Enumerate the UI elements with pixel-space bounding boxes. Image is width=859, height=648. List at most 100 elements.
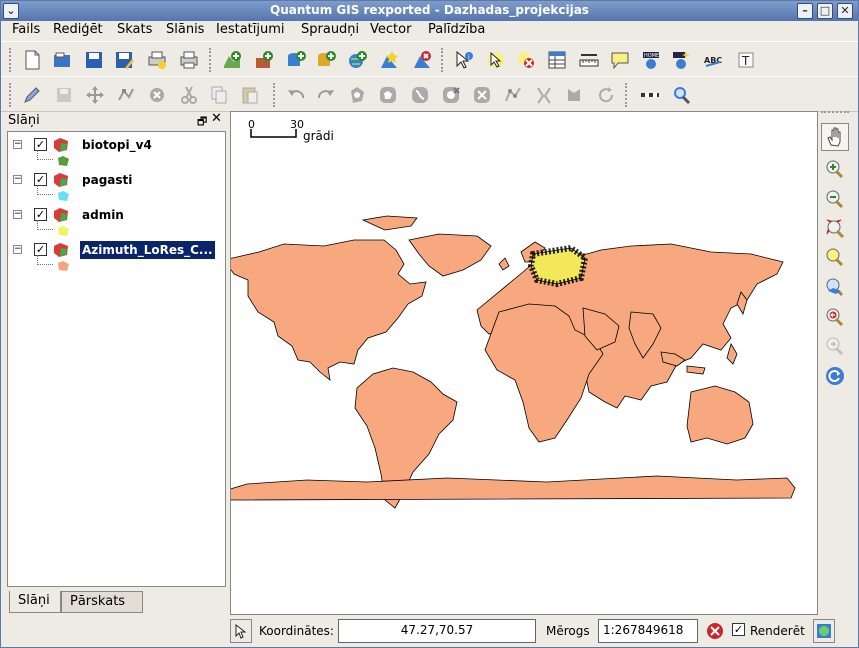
maximize-icon[interactable]: □ xyxy=(817,3,833,19)
collapse-icon[interactable]: − xyxy=(13,245,22,254)
merge-icon[interactable] xyxy=(561,81,587,109)
scale-bar-unit: grādi xyxy=(303,129,334,143)
zoom-next-icon[interactable] xyxy=(821,332,849,360)
toolbar-grip[interactable] xyxy=(441,48,446,72)
select-icon[interactable] xyxy=(483,46,509,74)
toggle-edit-icon[interactable] xyxy=(19,81,45,109)
save-as-icon[interactable] xyxy=(111,46,137,74)
save-project-icon[interactable] xyxy=(81,46,107,74)
toolbar-grip[interactable] xyxy=(821,111,849,117)
split-icon[interactable] xyxy=(531,81,557,109)
save-edits-icon[interactable] xyxy=(51,81,77,109)
menu-skats[interactable]: Skats xyxy=(114,22,155,37)
add-raster-layer-icon[interactable] xyxy=(251,46,277,74)
identify-icon[interactable]: i xyxy=(451,46,477,74)
zoom-selection-icon[interactable] xyxy=(821,243,849,271)
measure-icon[interactable] xyxy=(576,46,602,74)
toolbar-grip[interactable] xyxy=(273,83,278,107)
rotate-icon[interactable] xyxy=(593,81,619,109)
coordinates-field: 47.27,70.57 xyxy=(338,619,536,643)
move-feature-icon[interactable] xyxy=(82,81,108,109)
new-vector-layer-icon[interactable] xyxy=(376,46,402,74)
title-bar: ⌄ Quantum GIS rexported - Dazhadas_proje… xyxy=(1,1,858,21)
tab-layers[interactable]: Slāņi xyxy=(9,591,61,613)
add-ring-icon[interactable] xyxy=(344,81,370,109)
remove-layer-icon[interactable] xyxy=(409,46,435,74)
tab-overview[interactable]: Pārskats xyxy=(61,591,143,613)
close-icon[interactable]: ✕ xyxy=(211,111,222,126)
print-composer-icon[interactable] xyxy=(144,46,170,74)
pan-icon[interactable] xyxy=(821,123,849,151)
refresh-icon[interactable] xyxy=(821,362,849,390)
projection-icon[interactable] xyxy=(813,619,835,643)
new-bookmark-icon[interactable] xyxy=(668,46,694,74)
layer-tree[interactable]: − ✓ biotopi_v4 − ✓ pagasti − ✓ admin − ✓… xyxy=(7,131,226,587)
menu-slanis[interactable]: Slānis xyxy=(163,22,207,37)
menu-iestatijumi[interactable]: Iestatījumi xyxy=(213,22,288,37)
menu-rediget[interactable]: Rediģēt xyxy=(50,22,106,37)
mouse-position-icon[interactable] xyxy=(230,619,252,643)
paste-icon[interactable] xyxy=(237,81,263,109)
layer-name: biotopi_v4 xyxy=(82,138,152,152)
status-bar: Koordinātes: 47.27,70.57 Mērogs 1:267849… xyxy=(1,616,858,647)
text-annotation-icon[interactable]: T xyxy=(733,46,759,74)
simplify-icon[interactable] xyxy=(407,81,433,109)
scale-field[interactable]: 1:267849618 xyxy=(598,619,698,643)
zoom-full-icon[interactable] xyxy=(821,214,849,242)
deselect-icon[interactable] xyxy=(513,46,539,74)
world-map[interactable]: 0 30 grādi xyxy=(231,112,818,615)
undo-icon[interactable] xyxy=(283,81,309,109)
scale-bar-max: 30 xyxy=(290,118,304,131)
toolbar-grip[interactable] xyxy=(9,83,14,107)
svg-text:HOME: HOME xyxy=(644,53,659,59)
minimize-icon[interactable]: – xyxy=(797,3,813,19)
attribute-table-icon[interactable] xyxy=(544,46,570,74)
close-icon[interactable]: ✕ xyxy=(837,3,853,19)
menu-fails[interactable]: Fails xyxy=(9,22,43,37)
add-wms-layer-icon[interactable] xyxy=(344,46,370,74)
polygon-layer-icon xyxy=(54,243,68,257)
cut-icon[interactable] xyxy=(176,81,202,109)
collapse-icon[interactable]: − xyxy=(13,210,22,219)
zoom-layer-icon[interactable] xyxy=(821,273,849,301)
add-postgis-layer-icon[interactable] xyxy=(283,46,309,74)
home-icon[interactable]: HOME xyxy=(638,46,664,74)
print-icon[interactable] xyxy=(176,46,202,74)
reshape-icon[interactable] xyxy=(500,81,526,109)
menu-bar: Fails Rediģēt Skats Slānis Iestatījumi S… xyxy=(1,21,858,41)
render-checkbox[interactable]: ✓ xyxy=(732,623,745,636)
delete-ring-icon[interactable] xyxy=(438,81,464,109)
selected-features xyxy=(527,244,589,288)
map-canvas[interactable]: 0 30 grādi xyxy=(230,111,818,615)
open-project-icon[interactable] xyxy=(49,46,75,74)
float-icon[interactable]: 🗗 xyxy=(197,113,207,132)
layer-symbol-icon xyxy=(58,156,69,166)
toolbar-grip[interactable] xyxy=(9,48,14,72)
add-island-icon[interactable] xyxy=(375,81,401,109)
delete-part-icon[interactable] xyxy=(469,81,495,109)
window-title: Quantum GIS rexported - Dazhadas_projekc… xyxy=(270,3,589,17)
label-icon[interactable]: ABC xyxy=(700,46,726,74)
menu-palidziba[interactable]: Palīdzība xyxy=(425,22,488,37)
copy-icon[interactable] xyxy=(206,81,232,109)
zoom-in-icon[interactable] xyxy=(821,155,849,183)
add-spatialite-layer-icon[interactable] xyxy=(313,46,339,74)
collapse-icon[interactable]: − xyxy=(13,175,22,184)
scale-bar-icon[interactable] xyxy=(637,81,663,109)
zoom-pan-icon[interactable] xyxy=(668,81,694,109)
stop-render-icon[interactable] xyxy=(706,619,726,643)
delete-selected-icon[interactable] xyxy=(144,81,170,109)
menu-vector[interactable]: Vector xyxy=(367,22,414,37)
node-tool-icon[interactable] xyxy=(113,81,139,109)
add-vector-layer-icon[interactable] xyxy=(219,46,245,74)
redo-icon[interactable] xyxy=(313,81,339,109)
new-project-icon[interactable] xyxy=(19,46,45,74)
render-label: Renderēt xyxy=(750,624,805,638)
toolbar-grip[interactable] xyxy=(209,48,214,72)
collapse-icon[interactable]: − xyxy=(13,140,22,149)
toolbar-grip[interactable] xyxy=(625,83,630,107)
menu-spraudni[interactable]: Spraudņi xyxy=(298,22,362,37)
zoom-out-icon[interactable] xyxy=(821,185,849,213)
map-tips-icon[interactable] xyxy=(607,46,633,74)
zoom-last-icon[interactable] xyxy=(821,303,849,331)
